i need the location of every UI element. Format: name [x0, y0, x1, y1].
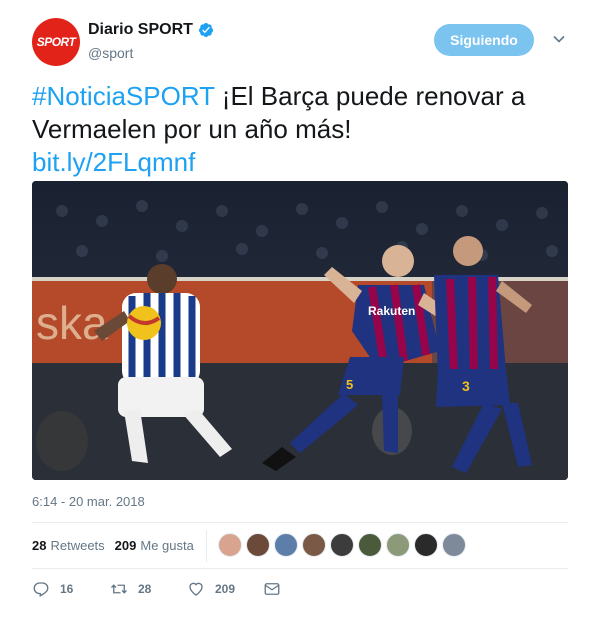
account-name-row: Diario SPORT: [88, 21, 214, 39]
heart-icon: [189, 582, 203, 596]
tweet-text: #NoticiaSPORT ¡El Barça puede renovar a …: [32, 80, 572, 179]
like-button[interactable]: 209: [187, 580, 235, 598]
liker-avatar[interactable]: [274, 533, 298, 557]
direct-message-button[interactable]: [263, 580, 291, 598]
tweet-url-link[interactable]: bit.ly/2FLqmnf: [32, 147, 195, 177]
football-match-image: ska Rakuten 5 3: [32, 181, 568, 480]
liker-avatar[interactable]: [246, 533, 270, 557]
reply-count: 16: [60, 582, 74, 596]
avatar-logo-text: SPORT: [36, 35, 76, 49]
likes-label: Me gusta: [140, 538, 194, 553]
likes-count: 209: [114, 538, 137, 553]
sponsor-text: Rakuten: [368, 304, 415, 318]
reply-button[interactable]: 16: [32, 580, 73, 598]
envelope-icon: [264, 583, 280, 595]
liker-avatar[interactable]: [302, 533, 326, 557]
likers-avatars: [218, 533, 470, 557]
divider: [32, 568, 568, 569]
retweet-button[interactable]: 28: [110, 580, 151, 598]
player-number: 5: [346, 377, 353, 392]
liker-avatar[interactable]: [442, 533, 466, 557]
chevron-down-icon[interactable]: [552, 32, 566, 46]
hashtag-link[interactable]: #NoticiaSPORT: [32, 81, 215, 111]
tweet-actions: 16 28 209: [32, 580, 332, 602]
liker-avatar[interactable]: [218, 533, 242, 557]
retweet-count: 28: [138, 582, 152, 596]
verified-badge-icon: [198, 23, 213, 37]
retweets-stat[interactable]: 28 Retweets: [32, 538, 105, 553]
ad-board-text: ska: [36, 297, 108, 349]
divider: [32, 522, 568, 523]
retweets-label: Retweets: [50, 538, 105, 553]
retweets-count: 28: [32, 538, 47, 553]
account-name[interactable]: Diario SPORT: [88, 21, 193, 39]
liker-avatar[interactable]: [386, 533, 410, 557]
reply-icon: [33, 582, 49, 597]
tweet-stats: 28 Retweets 209 Me gusta: [32, 530, 207, 562]
liker-avatar[interactable]: [330, 533, 354, 557]
tweet-header: SPORT Diario SPORT @sport Siguiendo: [32, 18, 572, 68]
retweet-icon: [111, 584, 127, 594]
liker-avatar[interactable]: [414, 533, 438, 557]
avatar[interactable]: SPORT: [32, 18, 80, 66]
like-count: 209: [215, 582, 236, 596]
following-button[interactable]: Siguiendo: [434, 24, 534, 56]
likes-stat[interactable]: 209 Me gusta: [115, 538, 194, 553]
tweet-photo[interactable]: ska Rakuten 5 3: [32, 181, 568, 480]
player-number: 3: [462, 378, 470, 394]
account-handle[interactable]: @sport: [88, 45, 133, 61]
stats-separator: [206, 530, 207, 562]
tweet-timestamp[interactable]: 6:14 - 20 mar. 2018: [32, 494, 145, 509]
liker-avatar[interactable]: [358, 533, 382, 557]
